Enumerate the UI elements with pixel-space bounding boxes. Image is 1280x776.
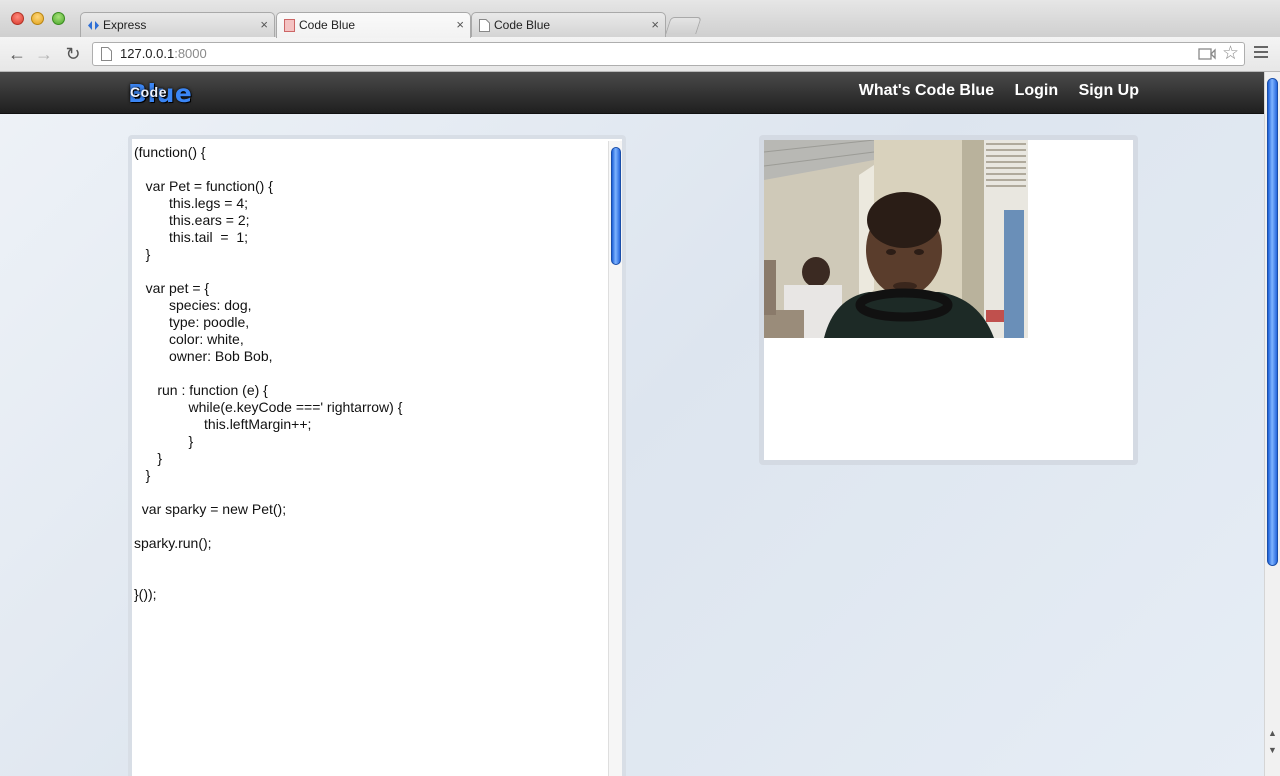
code-line: species: dog, [134,297,252,313]
address-host: 127.0.0.1 [120,46,175,61]
code-editor[interactable]: (function() { var Pet = function() { thi… [132,139,622,776]
code-line: while(e.keyCode ===' rightarrow) { [134,399,403,415]
bookmark-star-icon[interactable]: ☆ [1222,43,1239,65]
code-line: this.ears = 2; [134,212,250,228]
logo-part-code: Code [130,84,167,100]
window-minimize-button[interactable] [31,12,44,25]
menu-icon[interactable] [1254,46,1268,62]
site-logo[interactable]: Code Blue [128,79,192,108]
code-line: } [134,467,151,483]
video-panel [759,135,1138,465]
page-viewport: Code Blue What's Code Blue Login Sign Up … [0,72,1264,776]
code-line: this.tail = 1; [134,229,248,245]
editor-scrollbar[interactable] [608,141,622,776]
address-port: :8000 [174,46,207,61]
code-line: var pet = { [134,280,210,296]
window-close-button[interactable] [11,12,24,25]
site-header: Code Blue What's Code Blue Login Sign Up [0,72,1264,114]
code-line: owner: Bob Bob, [134,348,273,364]
nav-whats-code-blue[interactable]: What's Code Blue [859,82,994,99]
browser-tab-bar: Express × Code Blue × Code Blue × [0,0,1280,38]
document-icon [479,19,490,32]
express-icon [88,21,99,30]
code-line: this.leftMargin++; [134,416,312,432]
code-line: type: poodle, [134,314,250,330]
code-editor-panel: (function() { var Pet = function() { thi… [128,135,626,776]
new-tab-button[interactable] [665,17,702,34]
forward-arrow-icon[interactable]: → [34,44,54,64]
video-area [764,140,1133,460]
browser-toolbar: ← → ↻ 127.0.0.1:8000 ☆ [0,37,1280,72]
tab-title: Code Blue [494,18,551,32]
page-scrollbar[interactable]: ▲ ▼ [1264,72,1280,776]
code-line: (function() { [134,144,206,160]
camera-icon[interactable] [1198,46,1216,62]
editor-scrollbar-thumb[interactable] [611,147,621,265]
tab-close-icon[interactable]: × [651,13,659,37]
code-line: var Pet = function() { [134,178,273,194]
address-bar[interactable]: 127.0.0.1:8000 ☆ [92,42,1245,66]
tab-code-blue[interactable]: Code Blue × [471,12,666,37]
tab-title: Code Blue [299,18,356,32]
tab-express[interactable]: Express × [80,12,275,37]
document-icon [101,47,112,61]
tab-close-icon[interactable]: × [456,13,464,37]
code-line: run : function (e) { [134,382,268,398]
reload-icon[interactable]: ↻ [63,44,83,64]
code-line: } [134,450,163,466]
page-icon [284,19,295,32]
nav-login[interactable]: Login [1015,82,1059,99]
code-line: this.legs = 4; [134,195,248,211]
code-line: var sparky = new Pet(); [134,501,287,517]
scroll-down-arrow-icon[interactable]: ▼ [1268,745,1277,755]
tab-close-icon[interactable]: × [260,13,268,37]
code-line: sparky.run(); [134,535,212,551]
window-zoom-button[interactable] [52,12,65,25]
code-text[interactable]: (function() { var Pet = function() { thi… [134,144,604,603]
code-line: color: white, [134,331,244,347]
scroll-up-arrow-icon[interactable]: ▲ [1268,728,1277,738]
code-line: }()); [134,586,157,602]
code-line: } [134,246,151,262]
site-nav: What's Code Blue Login Sign Up [843,82,1139,100]
code-line: } [134,433,194,449]
tab-title: Express [103,18,147,32]
tab-code-blue-active[interactable]: Code Blue × [276,12,471,38]
page-scrollbar-thumb[interactable] [1267,78,1278,566]
webcam-video-feed [764,140,1028,338]
nav-sign-up[interactable]: Sign Up [1079,82,1139,99]
back-arrow-icon[interactable]: ← [7,44,27,64]
